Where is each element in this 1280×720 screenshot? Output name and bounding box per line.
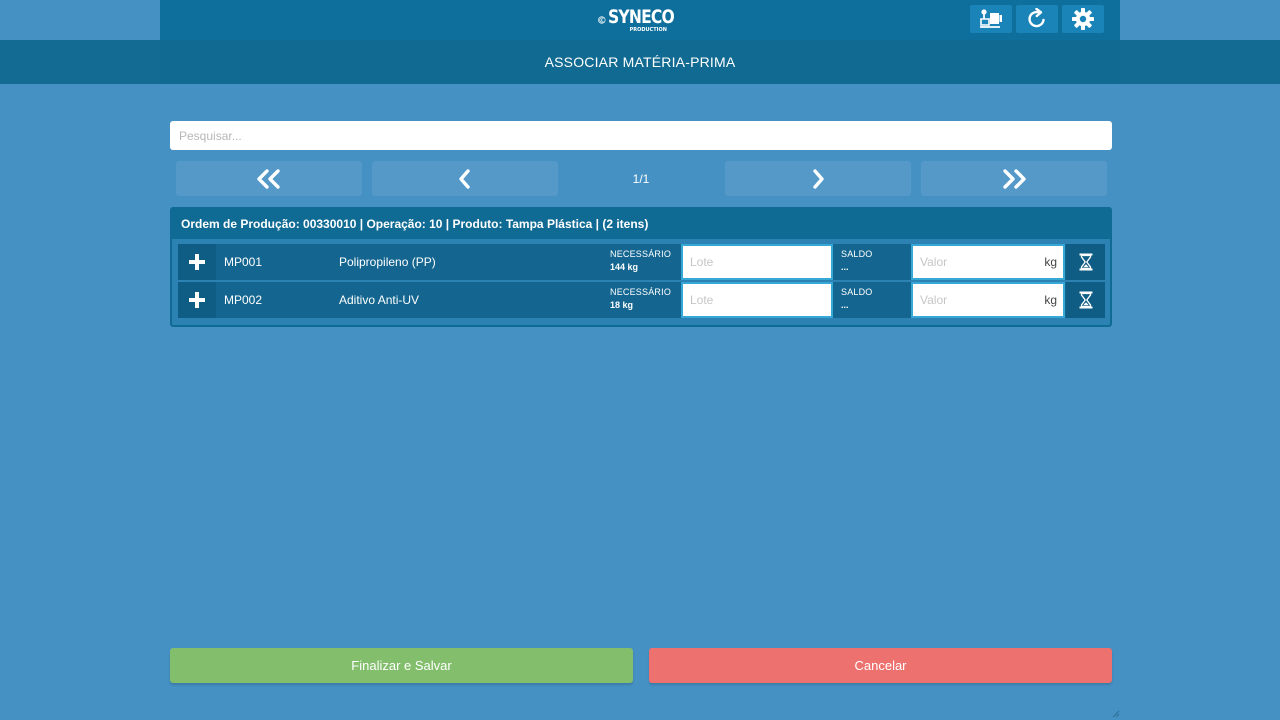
balance: SALDO ...	[841, 287, 911, 310]
unit-label: kg	[1044, 255, 1057, 269]
gear-icon	[1072, 8, 1094, 30]
unit-label: kg	[1044, 293, 1057, 307]
lot-input[interactable]	[681, 282, 833, 318]
hourglass-icon	[1079, 253, 1092, 271]
table-row: MP001 Polipropileno (PP) NECESSÁRIO 144 …	[178, 244, 1105, 280]
next-page-button[interactable]	[725, 161, 911, 196]
production-order-group: Ordem de Produção: 00330010 | Operação: …	[170, 207, 1112, 327]
page-indicator: 1/1	[632, 171, 650, 186]
logo-mark-icon	[598, 16, 606, 24]
cancel-button[interactable]: Cancelar	[649, 648, 1112, 683]
group-header: Ordem de Produção: 00330010 | Operação: …	[172, 209, 1110, 239]
balance: SALDO ...	[841, 249, 911, 272]
required-label: NECESSÁRIO	[610, 249, 672, 259]
table-row: MP002 Aditivo Anti-UV NECESSÁRIO 18 kg S…	[178, 282, 1105, 318]
add-button[interactable]	[178, 244, 216, 280]
double-chevron-right-icon	[1003, 168, 1026, 189]
balance-label: SALDO	[841, 287, 873, 297]
required-value: 18 kg	[610, 300, 634, 310]
chevron-left-icon	[459, 168, 470, 189]
previous-page-button[interactable]	[372, 161, 558, 196]
syneco-logo: SYNECO PRODUCTION	[598, 4, 688, 36]
add-button[interactable]	[178, 282, 216, 318]
hourglass-icon	[1079, 291, 1092, 309]
value-field: kg	[911, 282, 1065, 318]
resize-handle-icon[interactable]	[1110, 708, 1120, 718]
machine-transfer-icon	[980, 9, 1002, 28]
required-label: NECESSÁRIO	[610, 287, 672, 297]
value-input[interactable]	[913, 246, 1035, 278]
refresh-icon	[1028, 8, 1045, 28]
double-chevron-left-icon	[257, 168, 280, 189]
value-field: kg	[911, 244, 1065, 280]
machine-transfer-button[interactable]	[970, 5, 1012, 33]
material-name: Polipropileno (PP)	[339, 255, 436, 269]
balance-label: SALDO	[841, 249, 873, 259]
material-code: MP002	[224, 293, 263, 307]
value-input[interactable]	[913, 284, 1035, 316]
plus-icon	[189, 292, 205, 308]
lot-input[interactable]	[681, 244, 833, 280]
search-input[interactable]	[170, 121, 1112, 150]
last-page-button[interactable]	[921, 161, 1107, 196]
title-bar: ASSOCIAR MATÉRIA-PRIMA	[0, 40, 1280, 84]
required-quantity: NECESSÁRIO 18 kg	[610, 287, 680, 310]
refresh-button[interactable]	[1016, 5, 1058, 33]
finalize-save-button[interactable]: Finalizar e Salvar	[170, 648, 633, 683]
material-code: MP001	[224, 255, 263, 269]
required-value: 144 kg	[610, 262, 639, 272]
settings-button[interactable]	[1062, 5, 1104, 33]
history-button[interactable]	[1066, 282, 1105, 318]
material-name: Aditivo Anti-UV	[339, 293, 420, 307]
history-button[interactable]	[1066, 244, 1105, 280]
balance-value: ...	[841, 300, 849, 310]
chevron-right-icon	[813, 168, 824, 189]
logo-subtext: PRODUCTION	[629, 26, 667, 33]
balance-value: ...	[841, 262, 849, 272]
required-quantity: NECESSÁRIO 144 kg	[610, 249, 680, 272]
page-title: ASSOCIAR MATÉRIA-PRIMA	[160, 40, 1120, 84]
first-page-button[interactable]	[176, 161, 362, 196]
logo-text: SYNECO	[607, 5, 675, 28]
plus-icon	[189, 254, 205, 270]
